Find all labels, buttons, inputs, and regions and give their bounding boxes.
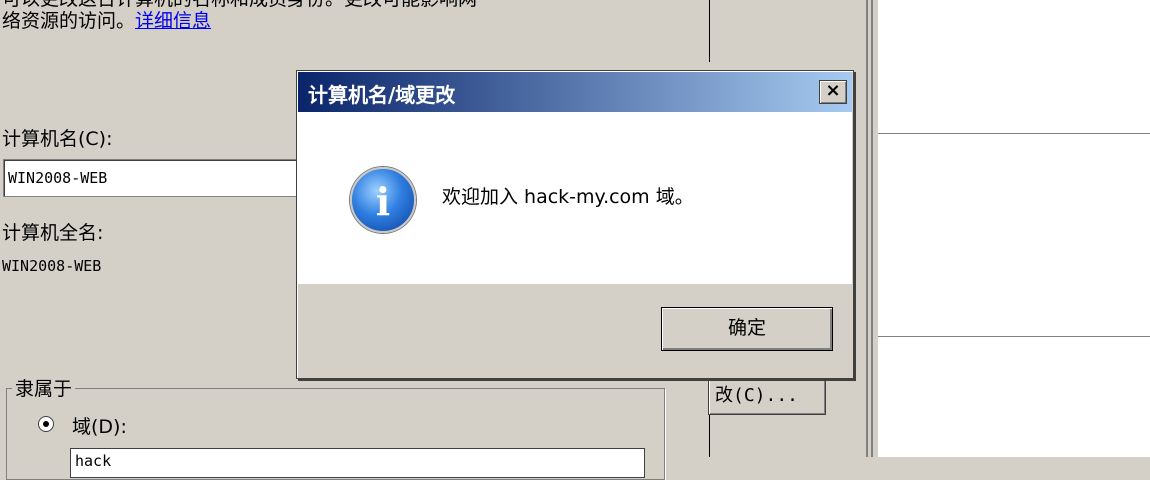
full-name-label: 计算机全名: <box>2 222 104 244</box>
close-button[interactable]: × <box>819 80 847 104</box>
details-link[interactable]: 详细信息 <box>135 10 211 32</box>
domain-radio[interactable] <box>38 416 54 432</box>
description-line2: 络资源的访问。 <box>2 10 136 32</box>
divider <box>709 0 710 62</box>
computer-name-label: 计算机名(C): <box>2 128 113 150</box>
message-text: 欢迎加入 hack-my.com 域。 <box>442 186 694 208</box>
computer-name-field[interactable]: WIN2008-WEB <box>3 159 303 197</box>
right-panel <box>878 0 1150 457</box>
info-glyph: i <box>375 179 391 224</box>
message-box-title: 计算机名/域更改 <box>308 83 456 107</box>
title-bar[interactable]: 计算机名/域更改 × <box>298 72 852 112</box>
divider <box>878 336 1150 337</box>
info-icon: i <box>350 167 416 233</box>
domain-label: 域(D): <box>72 416 127 438</box>
dialog-border <box>871 0 873 457</box>
message-body: i 欢迎加入 hack-my.com 域。 <box>298 112 852 284</box>
message-box: 计算机名/域更改 × i 欢迎加入 hack-my.com 域。 确定 <box>296 70 854 379</box>
domain-field[interactable]: hack <box>70 448 645 478</box>
full-name-value: WIN2008-WEB <box>2 257 102 275</box>
ok-button[interactable]: 确定 <box>661 307 833 351</box>
divider <box>878 133 1150 134</box>
description-line1: 可以更改这台计算机的名称和成员身份。更改可能影响网 <box>2 0 477 10</box>
member-of-legend: 隶属于 <box>12 374 76 401</box>
dialog-border <box>866 0 868 457</box>
description-text: 可以更改这台计算机的名称和成员身份。更改可能影响网 络资源的访问。详细信息 <box>2 0 707 32</box>
